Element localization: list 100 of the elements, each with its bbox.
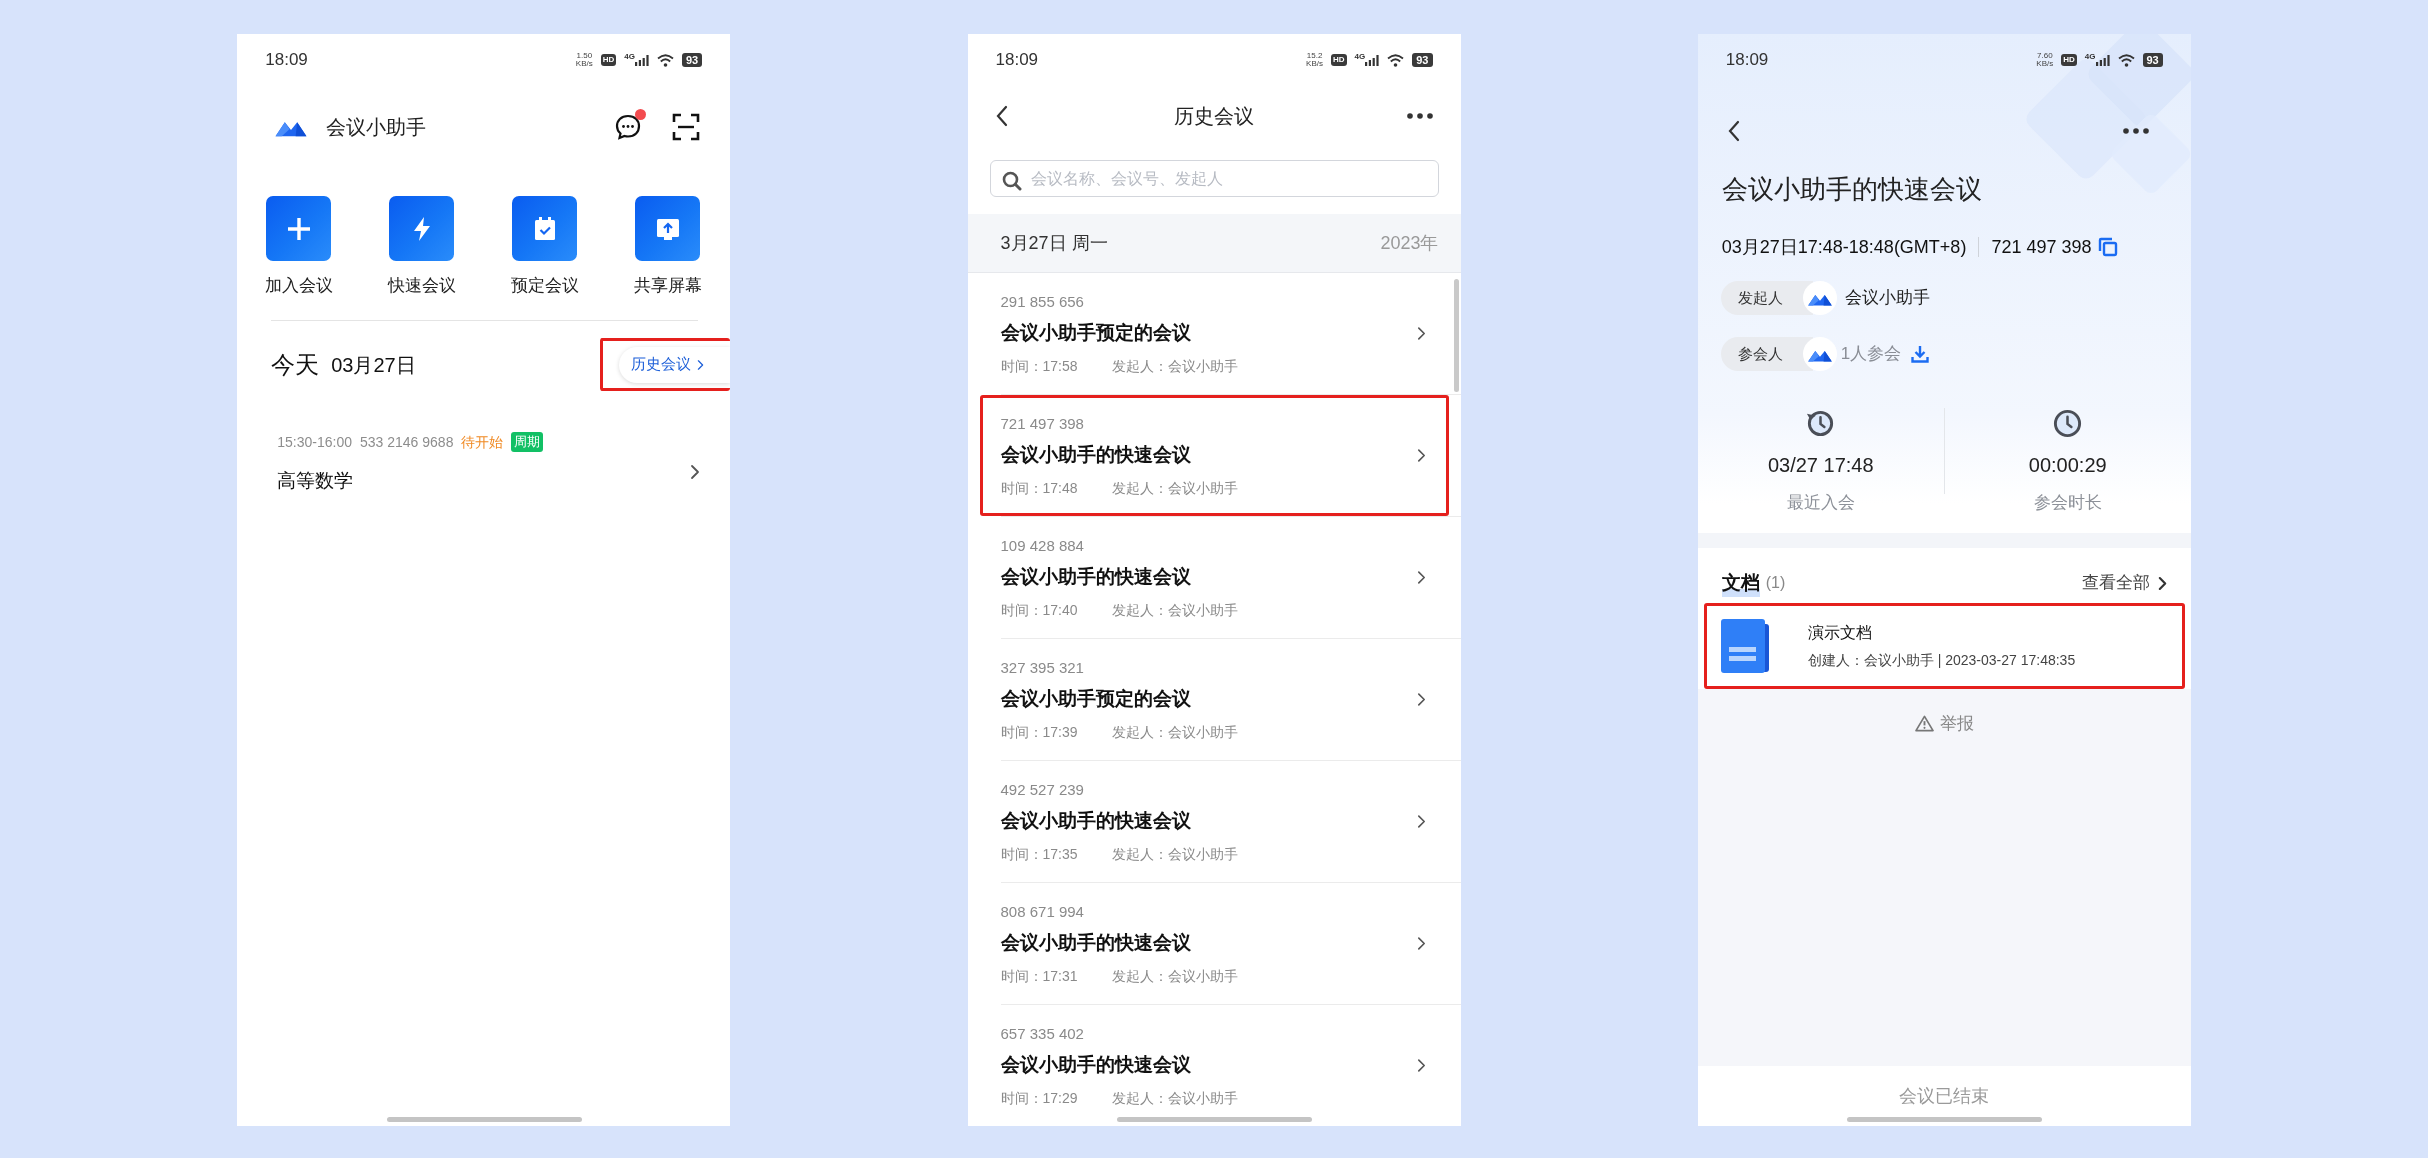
network-type: 4G [1354, 52, 1366, 61]
meeting-list-item[interactable]: 657 335 402 会议小助手的快速会议 时间：17:29 发起人：会议小助手 [979, 1005, 1449, 1126]
scrollbar[interactable] [1453, 279, 1459, 392]
chevron-right-icon [1416, 814, 1426, 829]
back-icon[interactable] [1727, 120, 1740, 142]
meeting-title: 会议小助手的快速会议 [1000, 564, 1192, 589]
quick-action-button[interactable]: 快速会议 [360, 196, 484, 298]
signal-icon [2095, 54, 2110, 66]
scan-icon[interactable] [672, 113, 701, 141]
history-meetings-button[interactable]: 历史会议 [619, 346, 731, 383]
meeting-list-item[interactable]: 327 395 321 会议小助手预定的会议 时间：17:39 发起人：会议小助手 [979, 639, 1449, 760]
host-name: 会议小助手 [1844, 287, 1930, 310]
meeting-time: 时间：17:39 [1000, 722, 1078, 742]
meeting-host: 发起人：会议小助手 [1111, 600, 1238, 620]
chat-icon[interactable] [614, 113, 643, 141]
participant-count: 1人参会 [1840, 343, 1902, 366]
battery-indicator: 93 [1412, 53, 1433, 67]
chevron-right-icon [690, 464, 701, 480]
meeting-number: 533 2146 9688 [360, 433, 454, 452]
network-type: 4G [624, 52, 635, 61]
search-icon [1001, 171, 1022, 191]
meeting-title: 会议小助手的快速会议 [1721, 173, 1983, 206]
network-type: 4G [2084, 52, 2096, 61]
wifi-icon [1387, 53, 1405, 67]
copy-icon[interactable] [2097, 237, 2118, 257]
meeting-schedule: 03月27日17:48-18:48(GMT+8) [1721, 236, 1967, 259]
meeting-title: 高等数学 [277, 469, 355, 493]
meeting-number: 721 497 398 [1000, 413, 1085, 434]
document-count: (1) [1765, 573, 1786, 593]
meeting-item[interactable]: 15:30-16:00 533 2146 9688 待开始 周期 高等数学 [237, 431, 731, 495]
meeting-time: 时间：17:29 [1000, 1088, 1078, 1108]
search-field[interactable]: 会议名称、会议号、发起人 [989, 160, 1439, 197]
clock-icon [2052, 408, 2084, 439]
document-meta: 创建人：会议小助手 | 2023-03-27 17:48:35 [1807, 651, 2076, 670]
chevron-right-icon [1416, 692, 1426, 707]
network-speed: 7.60 KB/s [2036, 52, 2054, 68]
meeting-title: 会议小助手预定的会议 [1000, 686, 1192, 711]
back-icon[interactable] [995, 105, 1008, 127]
meeting-host: 发起人：会议小助手 [1111, 1088, 1238, 1108]
chevron-right-icon [1416, 1058, 1426, 1073]
chevron-right-icon [1416, 936, 1426, 951]
meeting-number: 721 497 398 [1991, 236, 2092, 259]
meeting-host: 发起人：会议小助手 [1111, 966, 1238, 986]
signal-icon [1365, 54, 1380, 66]
meeting-time: 15:30-16:00 [277, 433, 352, 452]
meeting-number: 109 428 884 [1000, 535, 1085, 556]
today-label: 今天 [271, 349, 320, 380]
meeting-list-item[interactable]: 109 428 884 会议小助手的快速会议 时间：17:40 发起人：会议小助手 [979, 517, 1449, 638]
meeting-number: 657 335 402 [1000, 1023, 1085, 1044]
meeting-list-item[interactable]: 721 497 398 会议小助手的快速会议 时间：17:48 发起人：会议小助手 [979, 395, 1449, 516]
meeting-number: 291 855 656 [1000, 291, 1085, 312]
app-title: 会议小助手 [326, 115, 427, 140]
meeting-host: 发起人：会议小助手 [1111, 356, 1238, 376]
stat-value: 03/27 17:48 [1767, 453, 1874, 478]
chevron-right-icon [1416, 326, 1426, 341]
meeting-number: 327 395 321 [1000, 657, 1085, 678]
today-date: 03月27日 [331, 352, 416, 378]
meeting-list-item[interactable]: 492 527 239 会议小助手的快速会议 时间：17:35 发起人：会议小助手 [979, 761, 1449, 882]
meeting-time: 时间：17:40 [1000, 600, 1078, 620]
download-icon[interactable] [1911, 345, 1930, 363]
group-year: 2023年 [1380, 231, 1439, 255]
meeting-host: 发起人：会议小助手 [1111, 844, 1238, 864]
meeting-time: 时间：17:48 [1000, 478, 1078, 498]
meeting-list-item[interactable]: 808 671 994 会议小助手的快速会议 时间：17:31 发起人：会议小助手 [979, 883, 1449, 1004]
network-speed: 1.50 KB/s [575, 52, 593, 68]
battery-indicator: 93 [2142, 53, 2163, 67]
meeting-host: 发起人：会议小助手 [1111, 478, 1238, 498]
more-icon[interactable] [1406, 113, 1433, 119]
meeting-status: 待开始 [461, 433, 504, 452]
meeting-time: 时间：17:35 [1000, 844, 1078, 864]
network-speed: 15.2 KB/s [1306, 52, 1323, 68]
meeting-time: 时间：17:58 [1000, 356, 1078, 376]
meeting-number: 808 671 994 [1000, 901, 1085, 922]
view-all-link[interactable]: 查看全部 [2081, 570, 2167, 596]
status-time: 18:09 [265, 49, 308, 72]
quick-action-button[interactable]: 预定会议 [483, 196, 607, 298]
meeting-list-item[interactable]: 291 855 656 会议小助手预定的会议 时间：17:58 发起人：会议小助手 [979, 273, 1449, 394]
quick-action-button[interactable]: 加入会议 [237, 196, 361, 298]
meeting-host: 发起人：会议小助手 [1111, 722, 1238, 742]
calendar-icon [512, 196, 578, 261]
group-date: 3月27日 周一 [1000, 231, 1108, 255]
hd-badge: HD [600, 54, 617, 66]
plus-icon [266, 196, 332, 261]
more-icon[interactable] [2122, 128, 2149, 134]
role-label: 参会人 [1720, 337, 1813, 371]
wifi-icon [657, 53, 674, 67]
quick-action-button[interactable]: 共享屏幕 [606, 196, 730, 298]
lightning-icon [389, 196, 455, 261]
warning-icon [1914, 715, 1934, 733]
meeting-number: 492 527 239 [1000, 779, 1085, 800]
meeting-time: 时间：17:31 [1000, 966, 1078, 986]
hd-badge: HD [2061, 54, 2077, 66]
role-label: 发起人 [1720, 281, 1813, 315]
meeting-title: 会议小助手的快速会议 [1000, 1052, 1192, 1077]
meeting-title: 会议小助手预定的会议 [1000, 320, 1192, 345]
document-icon [1718, 618, 1772, 674]
document-name: 演示文档 [1807, 623, 1873, 643]
chevron-right-icon [2157, 575, 2167, 591]
screen-share-icon [635, 196, 701, 261]
status-time: 18:09 [995, 49, 1039, 72]
